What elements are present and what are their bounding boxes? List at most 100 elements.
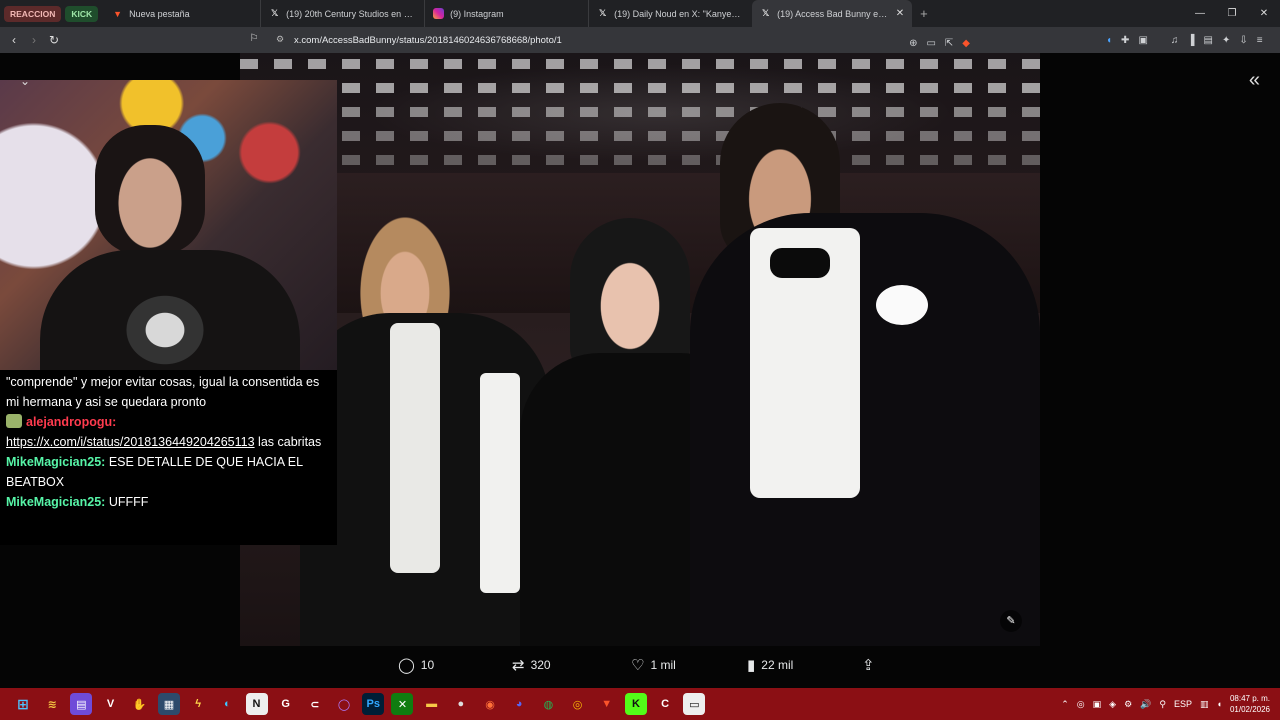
site-info-icon[interactable]: ⚙: [276, 34, 284, 45]
speaker-icon[interactable]: ◖: [1217, 699, 1222, 709]
leo-icon[interactable]: ✦: [1222, 35, 1230, 46]
bow-tie: [770, 248, 830, 278]
reply-icon: ◯: [398, 657, 415, 674]
tray-app3-icon[interactable]: ◈: [1109, 699, 1116, 710]
x-photo-viewer: ✎ « ⌄ "comprende" y mejor evitar cosas, …: [0, 53, 1280, 688]
volume-icon[interactable]: 🔊: [1140, 699, 1151, 710]
close-tab-icon[interactable]: ✕: [896, 8, 904, 19]
collapse-panel-icon[interactable]: «: [1249, 69, 1260, 92]
windows-taskbar: ⊞ ≋ ▤ V ✋ ▦ ϟ ◐ N G ⊂ ◯ Ps ✕ ▬ ● ◉ ◕ ◍ ◎…: [0, 688, 1280, 720]
reload-icon[interactable]: ↻: [44, 33, 64, 47]
app-c2-icon[interactable]: C: [654, 693, 676, 715]
hand-app-icon[interactable]: ✋: [129, 693, 151, 715]
views-icon: ▮: [747, 657, 756, 674]
streamer-face: [95, 125, 205, 255]
tab-group-reaccion[interactable]: REACCION: [4, 0, 62, 27]
minimize-icon[interactable]: —: [1184, 0, 1216, 27]
chat-message: "comprende" y mejor evitar cosas, igual …: [6, 375, 320, 409]
reply-button[interactable]: ◯ 10: [398, 656, 434, 674]
tab-instagram[interactable]: (9) Instagram: [424, 0, 588, 27]
heart-icon: ♡: [631, 657, 645, 674]
discord-icon[interactable]: ◕: [508, 693, 530, 715]
lightning-icon[interactable]: ϟ: [187, 693, 209, 715]
repost-icon: ⇄: [512, 657, 525, 674]
xbox-icon[interactable]: ✕: [391, 693, 414, 715]
stack-app-icon[interactable]: ≋: [41, 693, 63, 715]
forward-icon[interactable]: ›: [24, 33, 44, 47]
window-controls: — ❐ ✕: [1184, 0, 1280, 27]
tray-chevron-icon[interactable]: ⌃: [1061, 699, 1069, 710]
repost-button[interactable]: ⇄ 320: [512, 656, 551, 674]
mic-icon[interactable]: ⚲: [1159, 699, 1166, 710]
brave-icon: ▼: [113, 8, 123, 19]
tab-access-bad-bunny[interactable]: 𝕏 (19) Access Bad Bunny en X: "Ba... ✕: [752, 0, 913, 27]
chrome-icon[interactable]: ◎: [567, 693, 589, 715]
kick-icon[interactable]: K: [624, 693, 647, 715]
sidebar-icon[interactable]: ▐: [1187, 35, 1194, 46]
post-photo[interactable]: ✎: [240, 53, 1040, 646]
share-icon[interactable]: ⇱: [945, 38, 953, 49]
back-icon[interactable]: ‹: [4, 33, 24, 47]
tray-steam-icon[interactable]: ⚙: [1124, 699, 1132, 710]
obs-like-icon[interactable]: ◯: [333, 693, 355, 715]
firefox-icon[interactable]: ◉: [479, 693, 501, 715]
download-icon[interactable]: ⇩: [1239, 35, 1247, 46]
extensions-toolbar: ◖ ✚ ▣ ♫ ▐ ▤ ✦ ⇩ ≡: [1106, 27, 1263, 53]
browser-tab-strip: REACCION KICK ▼ Nueva pestaña 𝕏 (19) 20t…: [0, 0, 1280, 27]
share-button[interactable]: ⇪: [862, 656, 881, 674]
url-field[interactable]: ⚙ x.com/AccessBadBunny/status/2018146024…: [268, 30, 990, 50]
like-button[interactable]: ♡ 1 mil: [631, 656, 676, 674]
close-overlay-icon[interactable]: ⌄: [20, 80, 30, 88]
tab-group-kick[interactable]: KICK: [65, 0, 99, 27]
tray-app2-icon[interactable]: ▣: [1093, 699, 1102, 710]
edge-icon[interactable]: ◐: [216, 693, 238, 715]
media-icon[interactable]: ♫: [1171, 35, 1179, 46]
system-tray: ⌃ ◎ ▣ ◈ ⚙ 🔊 ⚲ ESP ▥ ◖ 08:47 p. m. 01/02/…: [1061, 688, 1280, 720]
tray-app-icon[interactable]: ◎: [1077, 699, 1085, 710]
emote-icon: [6, 414, 22, 428]
menu-icon[interactable]: ≡: [1257, 35, 1263, 46]
app-g-icon[interactable]: G: [275, 693, 297, 715]
restore-icon[interactable]: ❐: [1216, 0, 1248, 27]
language-indicator[interactable]: ESP: [1174, 699, 1192, 709]
webcam-overlay: ⌄: [0, 80, 337, 370]
new-tab-button[interactable]: +: [920, 6, 928, 21]
close-window-icon[interactable]: ✕: [1248, 0, 1280, 27]
share-icon: ⇪: [862, 657, 875, 674]
x-logo-icon: 𝕏: [598, 8, 607, 18]
lapel-flower: [876, 285, 928, 325]
brave-icon[interactable]: ▼: [596, 693, 618, 715]
brave-shields-icon[interactable]: ◆: [962, 38, 970, 49]
photoshop-icon[interactable]: Ps: [362, 693, 385, 715]
zoom-icon[interactable]: ⊕: [909, 38, 917, 49]
x-logo-icon: 𝕏: [270, 8, 279, 18]
wallet-icon[interactable]: ▣: [1138, 35, 1147, 46]
chat-message: MikeMagician25: ESE DETALLE DE QUE HACIA…: [6, 455, 303, 489]
vegas-icon[interactable]: V: [100, 693, 122, 715]
edit-image-icon[interactable]: ✎: [1000, 610, 1022, 632]
tab-20th-century[interactable]: 𝕏 (19) 20th Century Studios en X: "Ever.…: [260, 0, 424, 27]
app-icon[interactable]: ▦: [157, 693, 180, 715]
background-sidebar: [1050, 93, 1270, 153]
tab-nueva-pestana[interactable]: ▼ Nueva pestaña: [104, 0, 260, 27]
instagram-icon: [433, 8, 445, 19]
folder-icon[interactable]: ▬: [421, 693, 443, 715]
twitch-icon[interactable]: ▤: [70, 693, 93, 715]
tab-daily-noud[interactable]: 𝕏 (19) Daily Noud en X: "Kanye West h...: [588, 0, 752, 27]
spotify-icon[interactable]: ◍: [537, 693, 559, 715]
views-button[interactable]: ▮ 22 mil: [747, 656, 793, 674]
github-icon[interactable]: ●: [450, 693, 472, 715]
network-icon[interactable]: ▥: [1200, 699, 1209, 710]
address-bar-row: ‹ › ↻ ⚐ ⚙ x.com/AccessBadBunny/status/20…: [0, 27, 1280, 53]
app-box-icon[interactable]: ▭: [683, 693, 706, 715]
puzzle-icon[interactable]: ✚: [1121, 35, 1129, 46]
cast-icon[interactable]: ▭: [926, 38, 935, 49]
audio-icon[interactable]: ◖: [1106, 35, 1112, 46]
app-c-icon[interactable]: ⊂: [304, 693, 326, 715]
clock[interactable]: 08:47 p. m. 01/02/2026: [1230, 693, 1270, 715]
start-icon[interactable]: ⊞: [12, 693, 34, 715]
wallet2-icon[interactable]: ▤: [1203, 35, 1212, 46]
chat-message: alejandropogu: https://x.com/i/status/201…: [6, 414, 322, 449]
bookmark-icon[interactable]: ⚐: [244, 33, 264, 44]
notion-icon[interactable]: N: [245, 693, 268, 715]
